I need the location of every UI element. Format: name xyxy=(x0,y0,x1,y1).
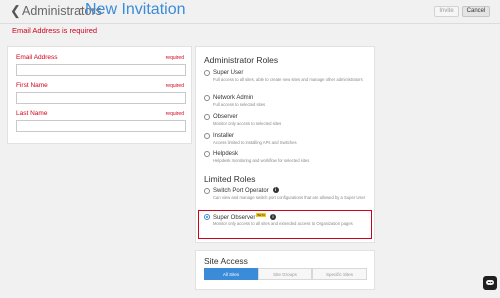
site-groups-button[interactable]: Site Groups xyxy=(258,268,312,280)
all-sites-button[interactable]: All Sites xyxy=(204,268,258,280)
invite-button[interactable]: Invite xyxy=(434,6,459,17)
specific-sites-button[interactable]: Specific Sites xyxy=(312,268,367,280)
role-description: Helpdesk monitoring and workflow for sel… xyxy=(213,158,310,163)
breadcrumb-separator: : xyxy=(79,4,83,18)
user-details-card: Email Address required First Name requir… xyxy=(7,46,192,144)
email-field[interactable] xyxy=(16,64,186,76)
first-name-field[interactable] xyxy=(16,92,186,104)
role-label: Switch Port Operator i xyxy=(213,187,279,195)
email-required-label: required xyxy=(165,55,184,61)
chevron-left-icon[interactable]: ❮ xyxy=(10,4,21,18)
role-label: Helpdesk xyxy=(213,151,239,157)
error-message: Email Address is required xyxy=(12,26,98,35)
page-title: New Invitation xyxy=(85,1,186,18)
header-divider xyxy=(0,23,500,24)
radio-button[interactable] xyxy=(204,151,210,157)
selection-highlight-box xyxy=(198,210,372,239)
role-description: Full access to all sites, able to create… xyxy=(213,77,363,82)
site-access-card: Site Access All Sites Site Groups Specif… xyxy=(195,250,375,290)
role-description: Can view and manage switch port configur… xyxy=(213,195,366,200)
chat-icon[interactable] xyxy=(483,276,497,290)
role-label: Installer xyxy=(213,133,235,139)
role-label-text: Switch Port Operator xyxy=(213,188,269,194)
cancel-button[interactable]: Cancel xyxy=(462,6,490,17)
email-label: Email Address xyxy=(16,54,58,61)
last-name-required-label: required xyxy=(165,111,184,117)
role-description: Access limited to installing APs and Swi… xyxy=(213,140,297,145)
site-access-title: Site Access xyxy=(204,256,248,266)
role-label: Super User xyxy=(213,70,244,76)
radio-button[interactable] xyxy=(204,114,210,120)
info-icon[interactable]: i xyxy=(272,187,279,193)
radio-button[interactable] xyxy=(204,133,210,139)
first-name-label: First Name xyxy=(16,82,48,89)
radio-button[interactable] xyxy=(204,95,210,101)
last-name-label: Last Name xyxy=(16,110,48,117)
role-description: Full access to selected sites xyxy=(213,102,266,107)
role-label: Observer xyxy=(213,114,238,120)
first-name-required-label: required xyxy=(165,83,184,89)
role-description: Monitor only access to selected sites xyxy=(213,121,282,126)
role-label: Network Admin xyxy=(213,95,254,101)
page-header: ❮ Administrators : New Invitation Invite… xyxy=(0,0,500,24)
radio-button[interactable] xyxy=(204,70,210,76)
radio-button[interactable] xyxy=(204,188,210,194)
limited-roles-title: Limited Roles xyxy=(204,174,256,184)
administrator-roles-title: Administrator Roles xyxy=(204,55,279,65)
last-name-field[interactable] xyxy=(16,120,186,132)
